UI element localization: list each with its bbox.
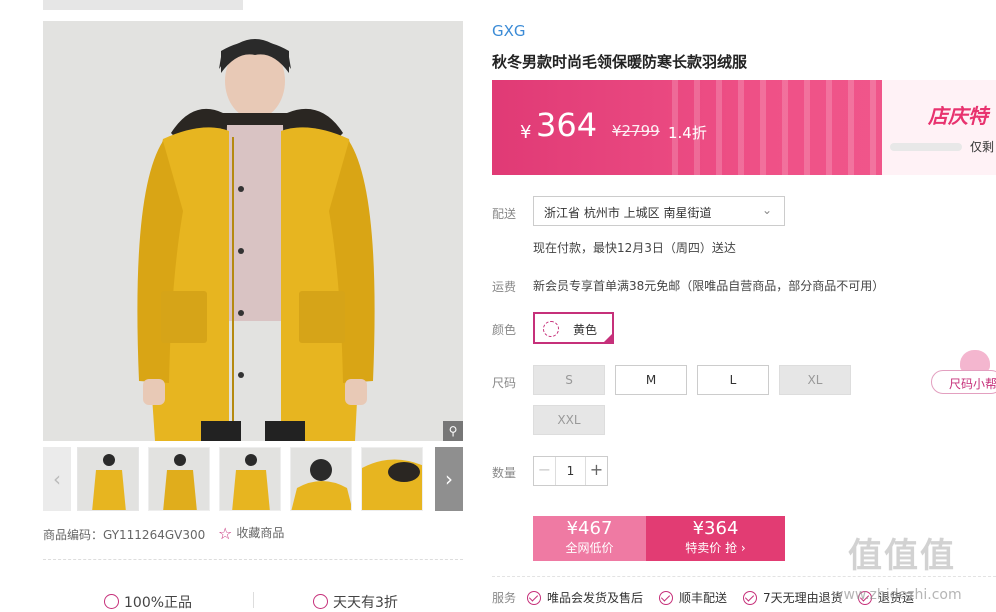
- promo-panel: 店庆特 仅剩: [882, 80, 996, 175]
- sale-price: 364: [536, 106, 598, 144]
- service-item: 7天无理由退货: [743, 589, 843, 606]
- size-option-label: L: [729, 373, 737, 387]
- check-circle-icon: [659, 591, 673, 605]
- thumbnail-3[interactable]: [219, 447, 281, 511]
- thumbnail-2[interactable]: [148, 447, 210, 511]
- service-item-label: 顺丰配送: [679, 591, 728, 605]
- delivery-label: 配送: [492, 207, 517, 221]
- quantity-input[interactable]: 1: [556, 457, 585, 485]
- discount-rate: 1.4折: [668, 124, 707, 142]
- color-option-yellow[interactable]: 黄色: [533, 312, 614, 344]
- check-circle-icon: [527, 591, 541, 605]
- divider: [43, 559, 463, 560]
- magnifier-icon[interactable]: ⚲: [443, 421, 463, 441]
- market-price-label: 全网低价: [565, 541, 614, 555]
- color-label: 颜色: [492, 323, 517, 337]
- favorite-button[interactable]: ☆ 收藏商品: [218, 524, 284, 543]
- delivery-estimate: 现在付款，最快12月3日（周四）送达: [533, 241, 736, 255]
- watermark-logo: 值值值: [848, 536, 956, 576]
- service-item: 唯品会发货及售后: [527, 589, 643, 606]
- size-helper-label: 尺码小帮: [949, 377, 996, 391]
- mascot-icon: [960, 350, 990, 372]
- address-value: 浙江省 杭州市 上城区 南星街道: [544, 206, 712, 220]
- size-option-label: M: [645, 373, 657, 387]
- size-option-label: S: [565, 373, 573, 387]
- price-banner: ¥ 364 ¥2799 1.4折 店庆特 仅剩: [492, 80, 996, 175]
- chevron-right-icon: ›: [445, 467, 453, 491]
- quantity-decrease-button[interactable]: −: [534, 457, 556, 485]
- brand-link[interactable]: GXG: [492, 22, 526, 40]
- thumbnail-image: [362, 448, 422, 510]
- service-item: 顺丰配送: [659, 589, 727, 606]
- thumbnail-4[interactable]: [290, 447, 352, 511]
- quantity-increase-button[interactable]: +: [585, 457, 607, 485]
- freight-label: 运费: [492, 280, 517, 294]
- loading-icon: [543, 321, 559, 337]
- star-icon: ☆: [218, 524, 233, 543]
- check-circle-icon: [743, 591, 757, 605]
- thumbnail-image: [291, 448, 351, 510]
- guarantee-authentic-label: 100%正品: [124, 595, 193, 611]
- quantity-stepper: − 1 +: [533, 456, 608, 486]
- thumbnail-strip: ‹ ›: [43, 447, 463, 511]
- address-select[interactable]: 浙江省 杭州市 上城区 南星街道 ⌄: [533, 196, 785, 226]
- thumbnail-image: [78, 448, 138, 510]
- size-option-xxl[interactable]: XXL: [533, 405, 605, 435]
- chevron-left-icon: ‹: [53, 467, 61, 491]
- size-option-label: XL: [807, 373, 823, 387]
- thumbnail-5[interactable]: [361, 447, 423, 511]
- guarantee-discount: 天天有3折: [313, 592, 398, 612]
- size-option-s[interactable]: S: [533, 365, 605, 395]
- banner-pattern: [672, 80, 912, 175]
- promo-title: 店庆特: [928, 104, 988, 128]
- market-price-button[interactable]: ¥467 全网低价: [533, 516, 646, 561]
- thumbnail-image: [220, 448, 280, 510]
- color-option-label: 黄色: [573, 323, 598, 337]
- services-label: 服务: [492, 591, 517, 605]
- size-option-label: XXL: [557, 413, 581, 427]
- model-illustration: [43, 21, 463, 441]
- top-strip: [43, 0, 243, 10]
- favorite-label: 收藏商品: [236, 526, 285, 540]
- divider: [253, 592, 254, 608]
- size-option-l[interactable]: L: [697, 365, 769, 395]
- size-helper-button[interactable]: 尺码小帮: [931, 370, 996, 394]
- stock-progress-bar: [890, 143, 962, 151]
- thumbnail-image: [149, 448, 209, 510]
- market-price: ¥467: [566, 518, 613, 539]
- price-currency: ¥: [520, 122, 532, 143]
- size-label: 尺码: [492, 376, 517, 390]
- guarantee-discount-label: 天天有3折: [333, 595, 398, 611]
- service-item-label: 唯品会发货及售后: [547, 591, 644, 605]
- original-price: ¥2799: [612, 122, 660, 140]
- product-page: ⚲ ‹ › 商品编码：GY111264GV300 ☆ 收藏商品 100%正品 天…: [0, 0, 996, 612]
- buy-label: 特卖价 抢 ›: [685, 541, 746, 555]
- quantity-label: 数量: [492, 466, 517, 480]
- product-title: 秋冬男款时尚毛领保暖防寒长款羽绒服: [492, 53, 748, 71]
- size-option-m[interactable]: M: [615, 365, 687, 395]
- thumb-next-button[interactable]: ›: [435, 447, 463, 511]
- percent-icon: [313, 594, 328, 609]
- selected-check-icon: [602, 332, 614, 344]
- thumb-prev-button[interactable]: ‹: [43, 447, 71, 511]
- freight-text: 新会员专享首单满38元免邮（限唯品自营商品，部分商品不可用）: [533, 279, 885, 293]
- size-option-xl[interactable]: XL: [779, 365, 851, 395]
- main-product-image[interactable]: ⚲: [43, 21, 463, 441]
- guarantee-authentic: 100%正品: [104, 592, 192, 612]
- buy-price: ¥364: [692, 518, 739, 539]
- shield-icon: [104, 594, 119, 609]
- watermark-url: www.zhidezhi.com: [832, 587, 962, 603]
- product-code: 商品编码：GY111264GV300: [43, 528, 206, 542]
- service-item-label: 7天无理由退货: [763, 591, 843, 605]
- buy-now-button[interactable]: ¥364 特卖价 抢 ›: [646, 516, 785, 561]
- chevron-down-icon: ⌄: [761, 203, 772, 217]
- thumbnail-1[interactable]: [77, 447, 139, 511]
- promo-note: 仅剩: [970, 140, 995, 154]
